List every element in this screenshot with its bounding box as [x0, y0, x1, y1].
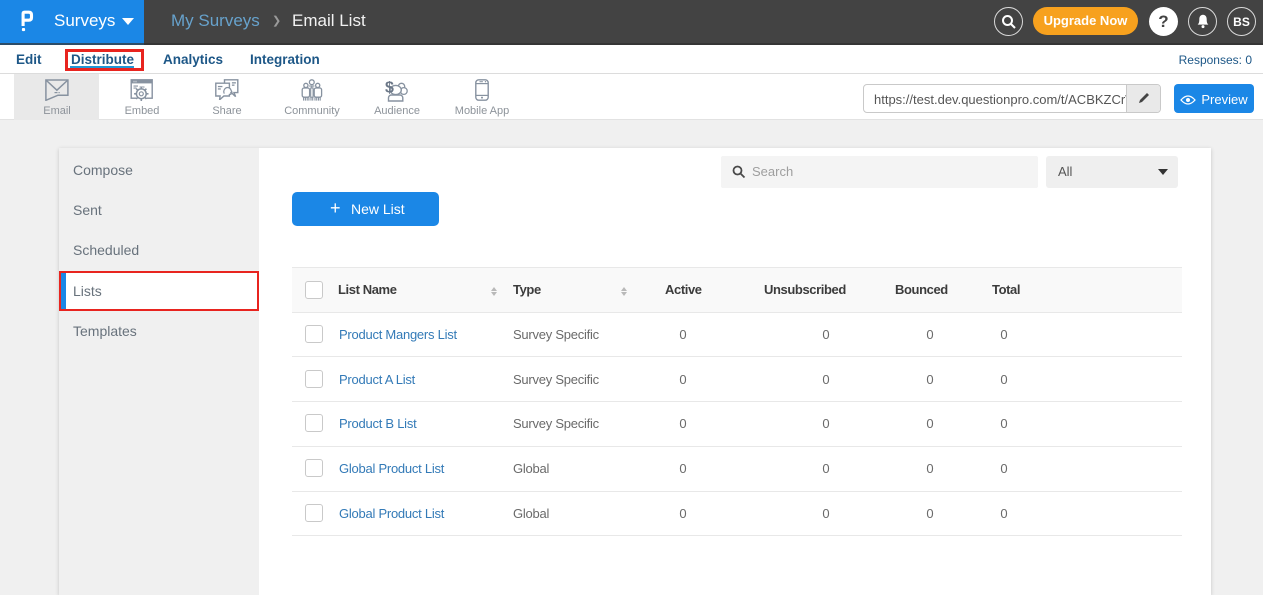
svg-text:$: $: [385, 80, 394, 97]
